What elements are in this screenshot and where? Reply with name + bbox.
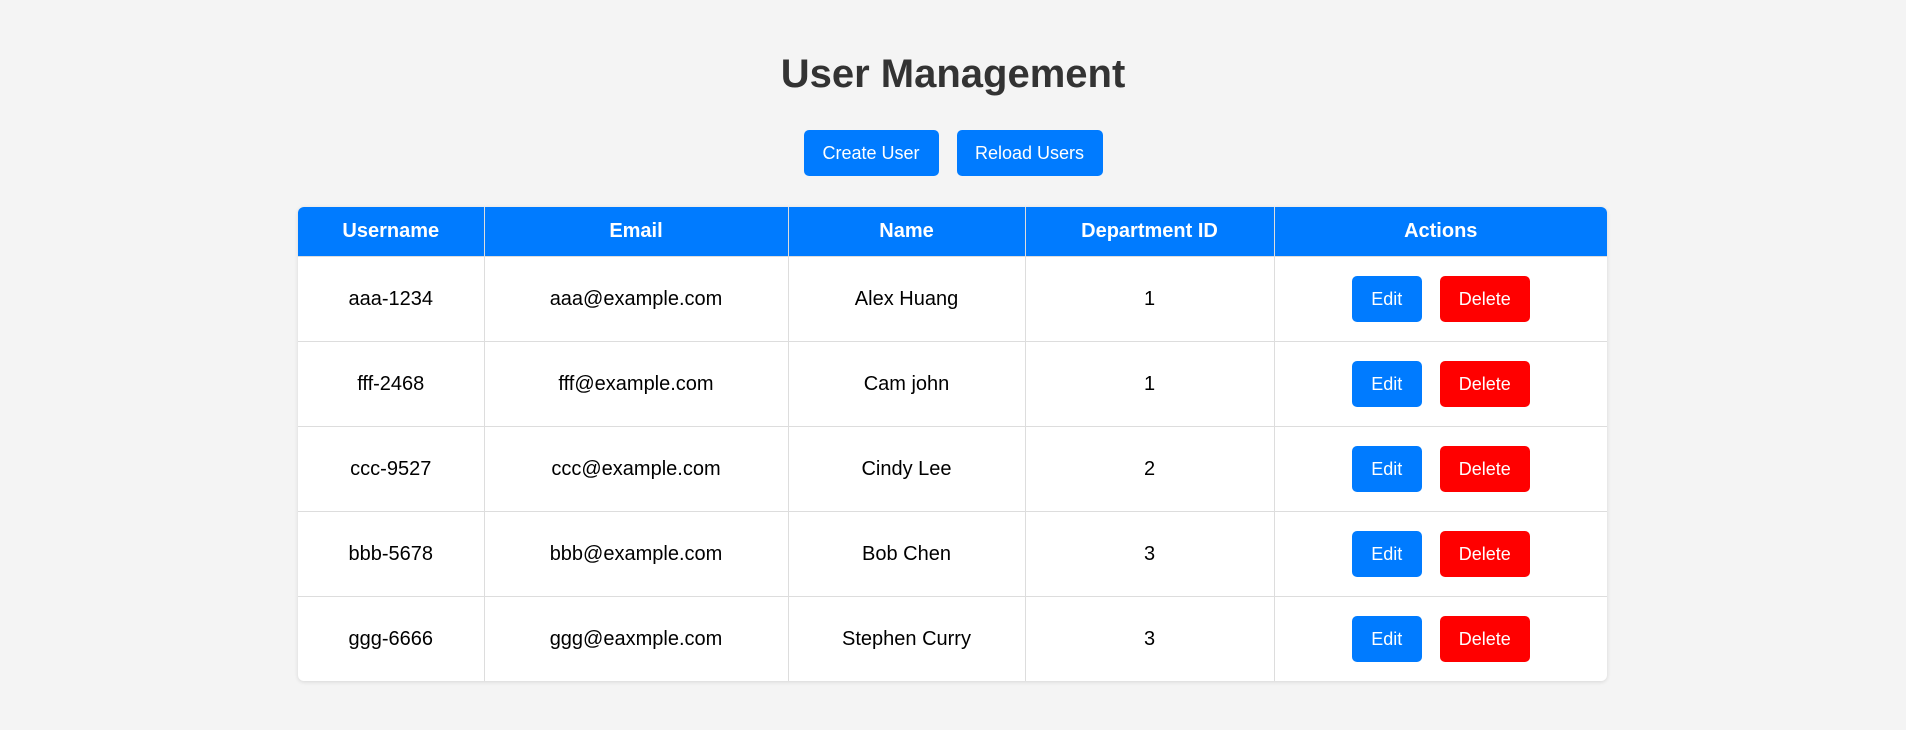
edit-button[interactable]: Edit — [1351, 276, 1422, 322]
table-header-row: Username Email Name Department ID Action… — [298, 207, 1607, 257]
cell-department-id: 3 — [1025, 511, 1275, 597]
row-actions: Edit Delete — [1275, 531, 1608, 577]
cell-email: aaa@example.com — [484, 256, 789, 342]
page-title: User Management — [780, 52, 1126, 96]
cell-department-id: 2 — [1025, 426, 1275, 512]
create-user-button[interactable]: Create User — [803, 130, 939, 176]
delete-button[interactable]: Delete — [1439, 446, 1530, 492]
row-actions: Edit Delete — [1275, 616, 1608, 662]
table-row: aaa-1234 aaa@example.com Alex Huang 1 Ed… — [298, 256, 1608, 342]
cell-department-id: 3 — [1025, 596, 1275, 681]
cell-username: bbb-5678 — [298, 511, 485, 597]
page: User Management Create User Reload Users… — [0, 0, 1906, 730]
users-table: Username Email Name Department ID Action… — [298, 207, 1607, 681]
delete-button[interactable]: Delete — [1439, 361, 1530, 407]
cell-department-id: 1 — [1025, 341, 1275, 427]
cell-email: bbb@example.com — [484, 511, 789, 597]
edit-button[interactable]: Edit — [1351, 446, 1422, 492]
cell-email: ggg@eaxmple.com — [484, 596, 789, 681]
column-header-username: Username — [298, 207, 485, 257]
table-row: fff-2468 fff@example.com Cam john 1 Edit… — [298, 341, 1608, 427]
cell-actions: Edit Delete — [1274, 426, 1608, 512]
cell-actions: Edit Delete — [1274, 596, 1608, 681]
edit-button[interactable]: Edit — [1351, 361, 1422, 407]
column-header-actions: Actions — [1274, 207, 1607, 257]
delete-button[interactable]: Delete — [1439, 276, 1530, 322]
delete-button[interactable]: Delete — [1439, 616, 1530, 662]
reload-users-button[interactable]: Reload Users — [956, 130, 1103, 176]
column-header-email: Email — [484, 207, 789, 257]
column-header-department-id: Department ID — [1025, 207, 1275, 257]
delete-button[interactable]: Delete — [1439, 531, 1530, 577]
cell-name: Cindy Lee — [788, 426, 1026, 512]
toolbar: Create User Reload Users — [0, 130, 1906, 176]
cell-username: aaa-1234 — [298, 256, 485, 342]
cell-actions: Edit Delete — [1274, 511, 1608, 597]
edit-button[interactable]: Edit — [1351, 616, 1422, 662]
cell-name: Alex Huang — [788, 256, 1026, 342]
users-table-container: Username Email Name Department ID Action… — [298, 207, 1607, 681]
table-row: bbb-5678 bbb@example.com Bob Chen 3 Edit… — [298, 511, 1608, 597]
edit-button[interactable]: Edit — [1351, 531, 1422, 577]
table-row: ccc-9527 ccc@example.com Cindy Lee 2 Edi… — [298, 426, 1608, 512]
cell-username: ggg-6666 — [298, 596, 485, 681]
cell-username: fff-2468 — [298, 341, 485, 427]
cell-username: ccc-9527 — [298, 426, 485, 512]
cell-name: Bob Chen — [788, 511, 1026, 597]
row-actions: Edit Delete — [1275, 446, 1608, 492]
row-actions: Edit Delete — [1275, 276, 1608, 322]
row-actions: Edit Delete — [1275, 361, 1608, 407]
cell-actions: Edit Delete — [1274, 256, 1608, 342]
cell-email: ccc@example.com — [484, 426, 789, 512]
cell-name: Cam john — [788, 341, 1026, 427]
cell-name: Stephen Curry — [788, 596, 1026, 681]
cell-department-id: 1 — [1025, 256, 1275, 342]
cell-actions: Edit Delete — [1274, 341, 1608, 427]
table-row: ggg-6666 ggg@eaxmple.com Stephen Curry 3… — [298, 596, 1608, 681]
cell-email: fff@example.com — [484, 341, 789, 427]
column-header-name: Name — [788, 207, 1026, 257]
